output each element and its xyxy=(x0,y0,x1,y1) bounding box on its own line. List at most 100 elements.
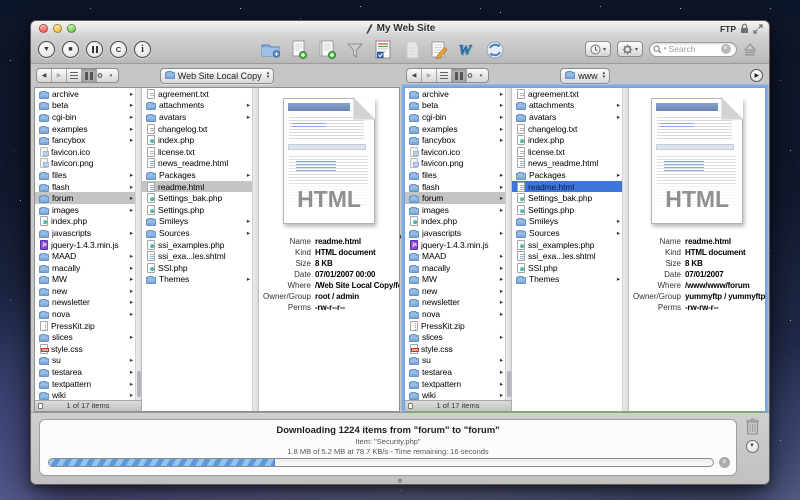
scrollbar[interactable] xyxy=(505,88,512,411)
list-item[interactable]: textpattern ▸ xyxy=(35,378,135,390)
list-item[interactable]: PressKit.zip xyxy=(405,320,505,332)
list-item[interactable]: favicon.png xyxy=(405,158,505,170)
list-item[interactable]: attachments ▸ xyxy=(512,100,622,112)
list-item[interactable]: index.php xyxy=(35,216,135,228)
list-item[interactable]: readme.html xyxy=(142,181,252,193)
queue-button[interactable] xyxy=(373,39,393,60)
history-dropdown-button[interactable]: ▾ xyxy=(585,41,611,57)
scrollbar[interactable] xyxy=(135,88,142,411)
trash-icon[interactable] xyxy=(745,418,760,435)
minimize-window-button[interactable] xyxy=(53,24,62,33)
back-button[interactable]: ◀ xyxy=(407,69,422,82)
list-item[interactable]: archive ▸ xyxy=(405,88,505,100)
list-view-button[interactable] xyxy=(437,69,452,82)
list-item[interactable]: Smileys ▸ xyxy=(142,216,252,228)
list-item[interactable]: examples ▸ xyxy=(405,123,505,135)
list-item[interactable]: fancybox ▸ xyxy=(405,134,505,146)
list-item[interactable]: newsletter ▸ xyxy=(35,297,135,309)
forward-button[interactable]: ▶ xyxy=(422,69,437,82)
list-item[interactable]: attachments ▸ xyxy=(142,100,252,112)
list-item[interactable]: ssi_examples.php xyxy=(512,239,622,251)
list-item[interactable]: javascripts ▸ xyxy=(35,227,135,239)
list-item[interactable]: Packages ▸ xyxy=(512,169,622,181)
list-item[interactable]: beta ▸ xyxy=(405,100,505,112)
forward-button[interactable]: ▶ xyxy=(52,69,67,82)
list-item[interactable]: Sources ▸ xyxy=(512,227,622,239)
cancel-transfer-icon[interactable]: × xyxy=(719,457,730,468)
list-item[interactable]: Sources ▸ xyxy=(142,227,252,239)
list-item[interactable]: license.txt xyxy=(512,146,622,158)
window-resize-dot[interactable] xyxy=(398,479,402,483)
list-item[interactable]: forum ▸ xyxy=(35,192,135,204)
list-item[interactable]: Smileys ▸ xyxy=(512,216,622,228)
list-item[interactable]: flash ▸ xyxy=(35,181,135,193)
list-item[interactable]: slices ▸ xyxy=(35,331,135,343)
list-item[interactable]: su ▸ xyxy=(35,355,135,367)
column-view-button[interactable] xyxy=(452,69,467,82)
list-item[interactable]: changelog.txt xyxy=(512,123,622,135)
list-item[interactable]: examples ▸ xyxy=(35,123,135,135)
list-item[interactable]: favicon.png xyxy=(35,158,135,170)
list-item[interactable]: MW ▸ xyxy=(35,274,135,286)
list-item[interactable]: index.php xyxy=(405,216,505,228)
remote-location-popup[interactable]: www ▴▾ xyxy=(560,68,610,84)
list-item[interactable]: slices ▸ xyxy=(405,331,505,343)
clear-search-icon[interactable]: × xyxy=(721,44,731,54)
list-item[interactable]: news_readme.html xyxy=(142,158,252,170)
new-folder-button[interactable] xyxy=(261,39,281,60)
list-item[interactable]: flash ▸ xyxy=(405,181,505,193)
remote-folder-column[interactable]: archive ▸ beta ▸ cgi-bin ▸ xyxy=(405,88,505,411)
new-file-button[interactable] xyxy=(289,39,309,60)
scrollbar[interactable] xyxy=(252,88,259,411)
list-item[interactable]: cgi-bin ▸ xyxy=(35,111,135,123)
list-item[interactable]: index.php xyxy=(512,134,622,146)
list-item[interactable]: style.css xyxy=(35,343,135,355)
zoom-window-button[interactable] xyxy=(67,24,76,33)
refresh-button[interactable]: C xyxy=(110,41,127,58)
list-item[interactable]: files ▸ xyxy=(35,169,135,181)
web-watch-button[interactable]: W W xyxy=(457,39,477,60)
list-item[interactable]: style.css xyxy=(405,343,505,355)
close-window-button[interactable] xyxy=(39,24,48,33)
list-item[interactable]: files ▸ xyxy=(405,169,505,181)
list-item[interactable]: SSI.php xyxy=(142,262,252,274)
list-item[interactable]: ssi_examples.php xyxy=(142,239,252,251)
list-item[interactable]: PressKit.zip xyxy=(35,320,135,332)
list-item[interactable]: javascripts ▸ xyxy=(405,227,505,239)
list-item[interactable]: Settings_bak.php xyxy=(142,192,252,204)
list-item[interactable]: Themes ▸ xyxy=(512,274,622,286)
list-item[interactable]: Themes ▸ xyxy=(142,274,252,286)
settings-dropdown-button[interactable]: ▾ xyxy=(617,41,643,57)
list-item[interactable]: testarea ▸ xyxy=(35,366,135,378)
stop-button[interactable]: ■ xyxy=(62,41,79,58)
eject-disconnect-icon[interactable] xyxy=(743,42,757,57)
pause-button[interactable] xyxy=(86,41,103,58)
scrollbar[interactable] xyxy=(622,88,629,411)
list-view-button[interactable] xyxy=(67,69,82,82)
list-item[interactable]: images ▸ xyxy=(35,204,135,216)
edit-button[interactable] xyxy=(429,39,449,60)
action-gear-button[interactable]: ▾ xyxy=(97,69,118,82)
list-item[interactable]: forum ▸ xyxy=(405,192,505,204)
local-folder-column[interactable]: archive ▸ beta ▸ cgi-bin ▸ xyxy=(35,88,135,411)
list-item[interactable]: testarea ▸ xyxy=(405,366,505,378)
list-item[interactable]: news_readme.html xyxy=(512,158,622,170)
title-bar[interactable]: My Web Site FTP xyxy=(31,21,769,36)
list-item[interactable]: cgi-bin ▸ xyxy=(405,111,505,123)
list-item[interactable]: favicon.ico xyxy=(405,146,505,158)
list-item[interactable]: macally ▸ xyxy=(35,262,135,274)
list-item[interactable]: beta ▸ xyxy=(35,100,135,112)
list-item[interactable]: textpattern ▸ xyxy=(405,378,505,390)
back-button[interactable]: ◀ xyxy=(37,69,52,82)
transfer-button[interactable]: ▼ xyxy=(38,41,55,58)
list-item[interactable]: new ▸ xyxy=(405,285,505,297)
list-item[interactable]: archive ▸ xyxy=(35,88,135,100)
list-item[interactable]: new ▸ xyxy=(35,285,135,297)
list-item[interactable]: macally ▸ xyxy=(405,262,505,274)
list-item[interactable]: jquery-1.4.3.min.js xyxy=(405,239,505,251)
list-item[interactable]: agreement.txt xyxy=(512,88,622,100)
list-item[interactable]: SSI.php xyxy=(512,262,622,274)
list-item[interactable]: MW ▸ xyxy=(405,274,505,286)
search-input[interactable] xyxy=(669,44,719,54)
filter-button[interactable] xyxy=(345,39,365,60)
